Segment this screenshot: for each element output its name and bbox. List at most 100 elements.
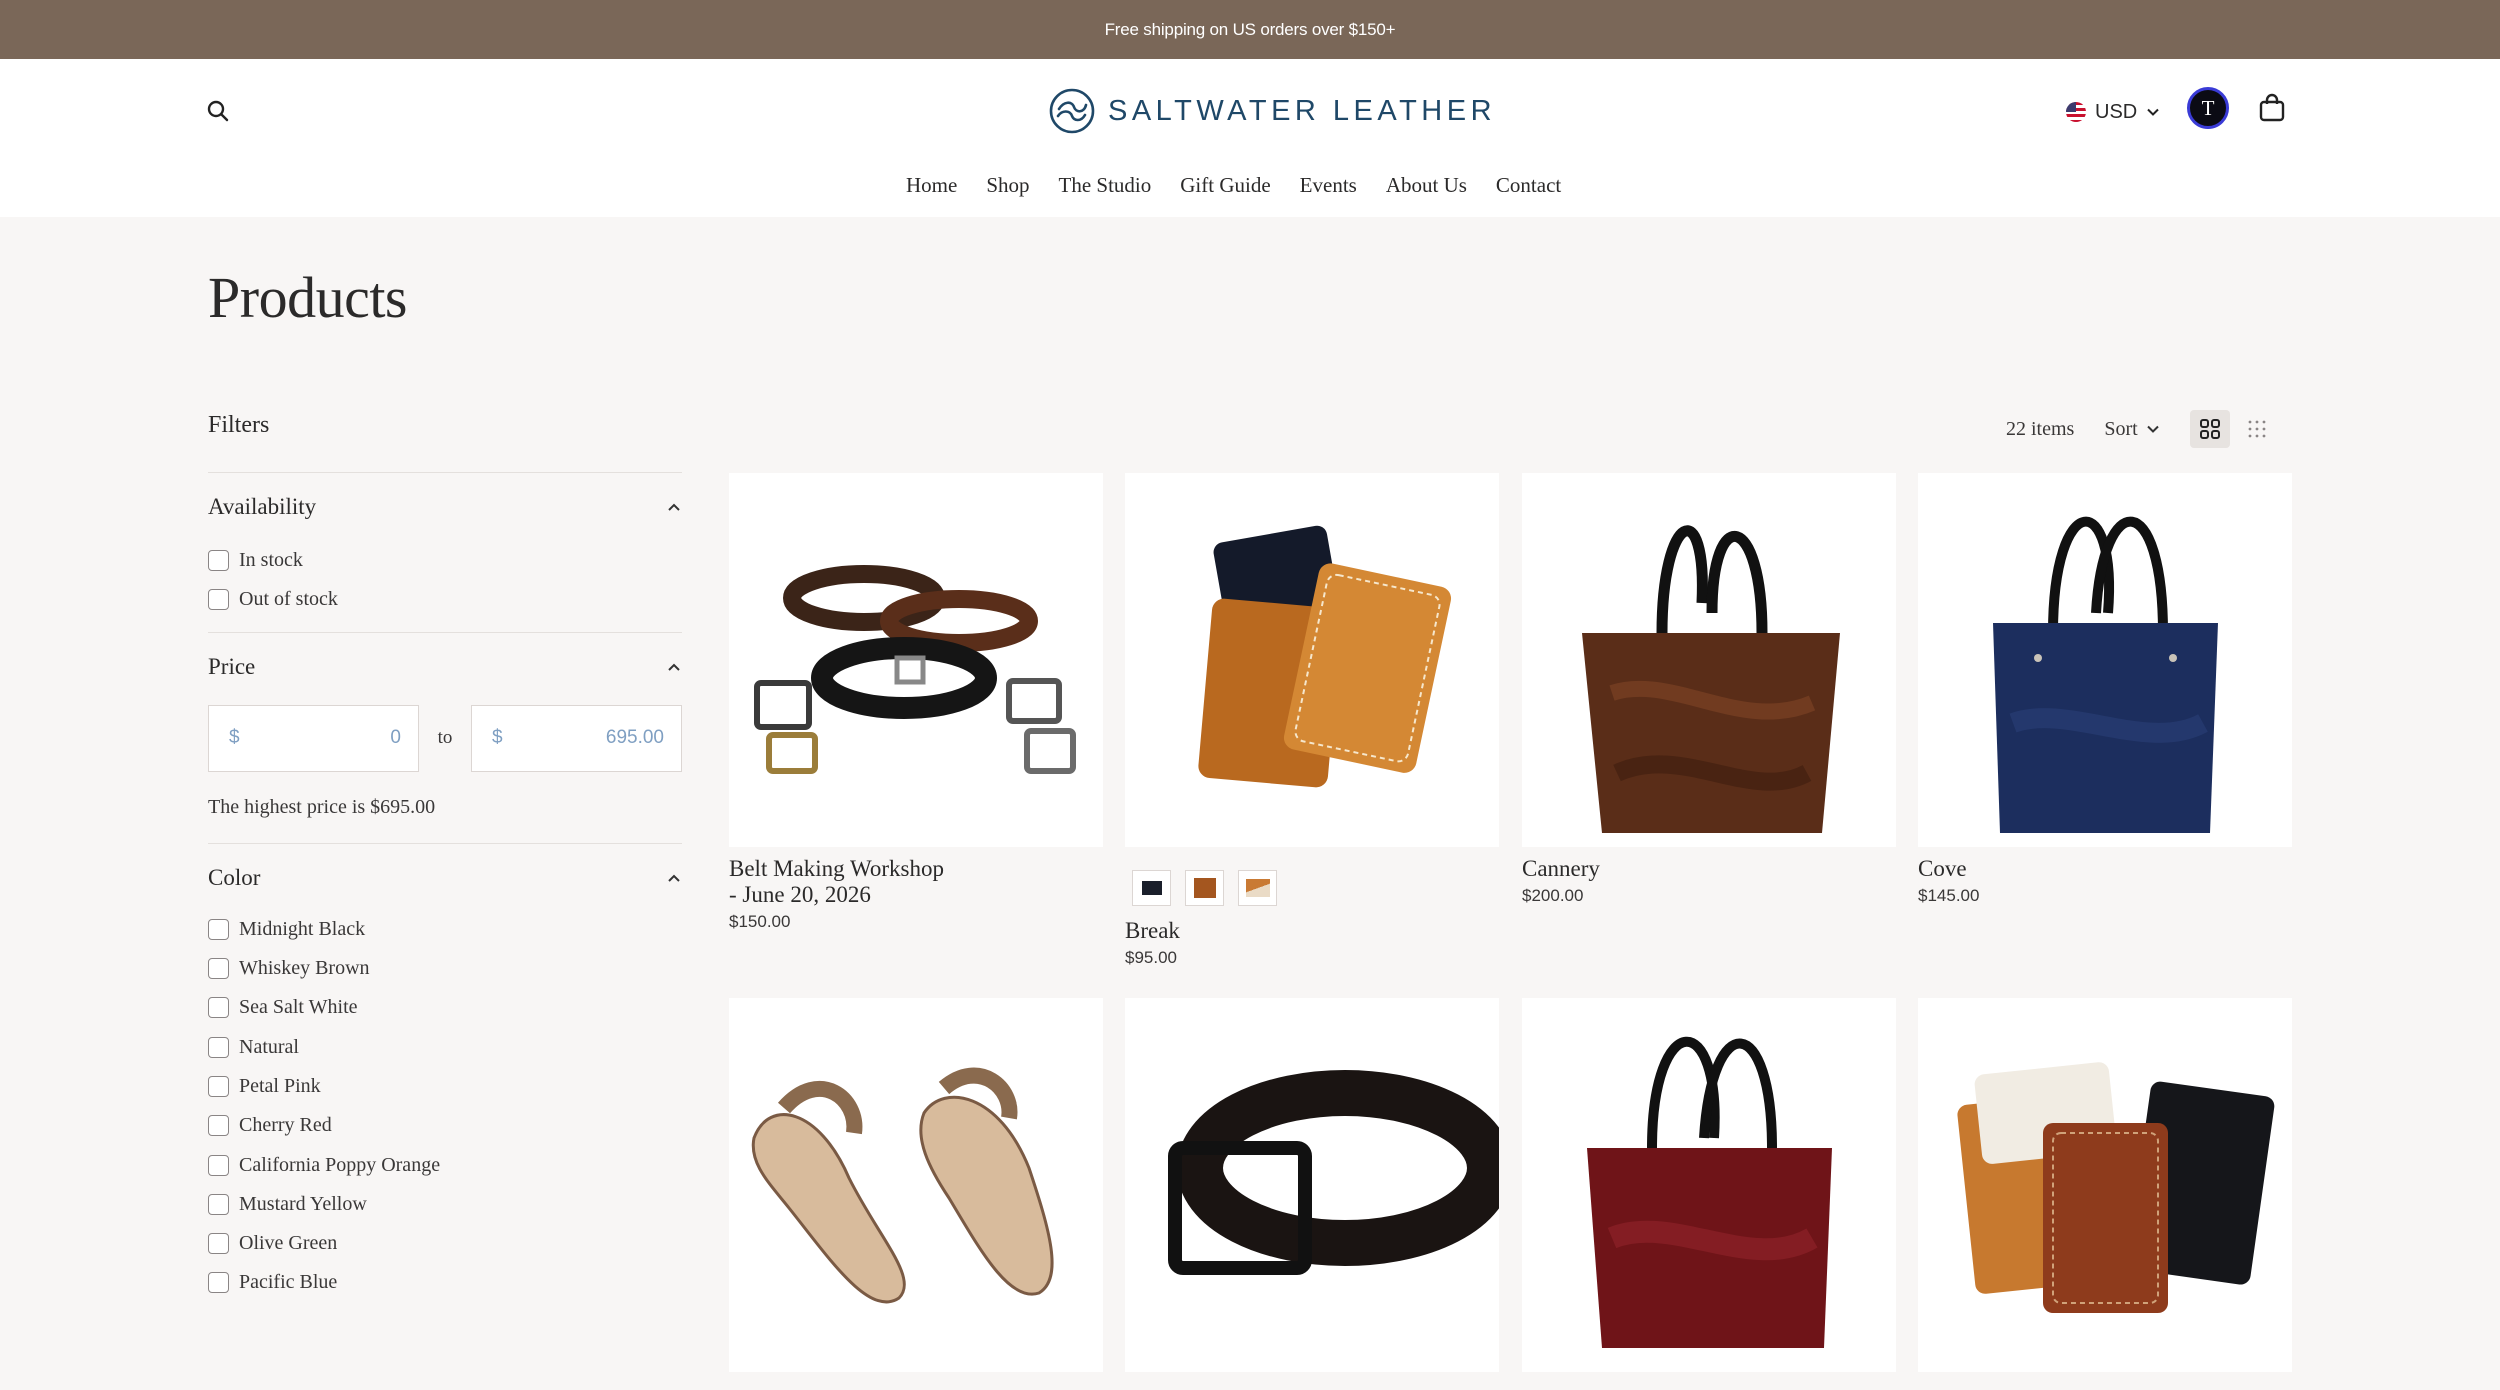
filter-option-natural[interactable]: Natural: [208, 1027, 682, 1066]
nav-events[interactable]: Events: [1300, 173, 1357, 198]
filter-option-sea-salt-white[interactable]: Sea Salt White: [208, 988, 682, 1027]
currency-selector[interactable]: USD: [2066, 95, 2160, 129]
sandals-photo: [751, 1067, 1054, 1304]
sort-dropdown[interactable]: Sort: [2104, 418, 2159, 441]
filter-option-out-of-stock[interactable]: Out of stock: [208, 580, 682, 619]
nav-contact[interactable]: Contact: [1496, 173, 1561, 198]
checkbox[interactable]: [208, 550, 229, 572]
product-price: $200.00: [1522, 886, 1584, 905]
product-image[interactable]: [1125, 473, 1499, 847]
product-name[interactable]: Cannery: [1522, 856, 1896, 882]
grid-2x2-icon: [2199, 419, 2220, 439]
nav-home[interactable]: Home: [906, 173, 957, 198]
checkbox[interactable]: [208, 1233, 229, 1255]
swatch-natural[interactable]: [1238, 870, 1277, 906]
shopping-bag-icon[interactable]: [2258, 93, 2286, 123]
product-card[interactable]: Cove $145.00: [1918, 473, 2292, 906]
search-icon[interactable]: [204, 97, 232, 125]
price-toggle[interactable]: Price: [208, 633, 682, 701]
nav-shop[interactable]: Shop: [986, 173, 1029, 198]
product-image[interactable]: [729, 473, 1103, 847]
product-image[interactable]: [1522, 473, 1896, 847]
price-min-input[interactable]: $ 0: [208, 704, 419, 772]
option-label: Natural: [239, 1035, 299, 1058]
price-filter: Price $ 0 to $ 695.00 The highest price …: [208, 631, 682, 819]
checkbox[interactable]: [208, 1036, 229, 1058]
filter-option-petal-pink[interactable]: Petal Pink: [208, 1067, 682, 1106]
nav-about-us[interactable]: About Us: [1386, 173, 1467, 198]
product-card[interactable]: Cannery $200.00: [1522, 473, 1896, 906]
nav-the-studio[interactable]: The Studio: [1059, 173, 1152, 198]
product-image[interactable]: [1125, 998, 1499, 1372]
currency-label: USD: [2095, 100, 2138, 123]
wallets-photo: [1198, 525, 1452, 788]
product-card[interactable]: [1522, 998, 1896, 1372]
availability-filter: Availability In stock Out of stock: [208, 472, 682, 632]
product-card[interactable]: [729, 998, 1103, 1372]
option-label: Cherry Red: [239, 1114, 332, 1137]
chevron-up-icon: [668, 503, 680, 511]
swatch-brown[interactable]: [1185, 870, 1224, 906]
brand-logo[interactable]: SALTWATER LEATHER: [1048, 83, 1496, 139]
price-to-label: to: [437, 727, 453, 749]
black-belt-photo: [1168, 1070, 1499, 1275]
account-avatar[interactable]: T: [2187, 87, 2229, 129]
option-label: Out of stock: [239, 588, 338, 611]
product-name[interactable]: Cove: [1918, 856, 2292, 882]
chevron-down-icon: [2147, 108, 2159, 116]
card-holders-photo: [1957, 1062, 2275, 1313]
product-image[interactable]: [1918, 473, 2292, 847]
filter-option-cherry-red[interactable]: Cherry Red: [208, 1106, 682, 1145]
chevron-down-icon: [2146, 425, 2159, 433]
product-image[interactable]: [729, 998, 1103, 1372]
price-max-value: 695.00: [605, 727, 664, 749]
product-name[interactable]: Belt Making Workshop - June 20, 2026: [729, 856, 1103, 908]
checkbox[interactable]: [208, 1075, 229, 1097]
checkbox[interactable]: [208, 958, 229, 980]
wave-logo-icon: [1049, 88, 1095, 134]
belts-photo: [754, 565, 1076, 774]
product-toolbar: 22 items Sort: [2006, 410, 2274, 448]
items-count: 22 items: [2006, 417, 2075, 440]
option-label: Whiskey Brown: [239, 957, 370, 980]
filter-option-california-poppy-orange[interactable]: California Poppy Orange: [208, 1145, 682, 1184]
checkbox[interactable]: [208, 1272, 229, 1294]
availability-toggle[interactable]: Availability: [208, 473, 682, 541]
price-max-input[interactable]: $ 695.00: [471, 704, 682, 772]
filter-option-olive-green[interactable]: Olive Green: [208, 1224, 682, 1263]
filter-option-mustard-yellow[interactable]: Mustard Yellow: [208, 1185, 682, 1224]
product-price: $95.00: [1125, 948, 1177, 967]
grid-dots-icon: [2248, 420, 2266, 438]
product-card[interactable]: [1125, 998, 1499, 1372]
nav-gift-guide[interactable]: Gift Guide: [1180, 173, 1270, 198]
color-label: Color: [208, 864, 261, 890]
currency-symbol: $: [492, 727, 503, 749]
product-card[interactable]: Belt Making Workshop - June 20, 2026 $15…: [729, 473, 1103, 932]
color-filter: Color Midnight Black Whiskey Brown Sea S…: [208, 842, 682, 1303]
product-image[interactable]: [1522, 998, 1896, 1372]
checkbox[interactable]: [208, 1154, 229, 1176]
filter-option-in-stock[interactable]: In stock: [208, 541, 682, 580]
chevron-up-icon: [668, 874, 680, 882]
color-toggle[interactable]: Color: [208, 844, 682, 912]
filter-option-pacific-blue[interactable]: Pacific Blue: [208, 1263, 682, 1302]
filter-option-midnight-black[interactable]: Midnight Black: [208, 910, 682, 949]
product-image[interactable]: [1918, 998, 2292, 1372]
sort-label: Sort: [2104, 417, 2138, 440]
dense-view-button[interactable]: [2240, 410, 2274, 448]
price-note: The highest price is $695.00: [208, 795, 436, 818]
product-card[interactable]: Break $95.00: [1125, 473, 1499, 968]
us-flag-icon: [2066, 102, 2086, 122]
site-header: SALTWATER LEATHER USD T Home Shop The St…: [0, 59, 2500, 217]
checkbox[interactable]: [208, 1115, 229, 1137]
option-label: Pacific Blue: [239, 1271, 338, 1294]
checkbox[interactable]: [208, 997, 229, 1019]
checkbox[interactable]: [208, 918, 229, 940]
checkbox[interactable]: [208, 1193, 229, 1215]
filter-option-whiskey-brown[interactable]: Whiskey Brown: [208, 949, 682, 988]
product-name[interactable]: Break: [1125, 918, 1499, 944]
product-card[interactable]: [1918, 998, 2292, 1372]
checkbox[interactable]: [208, 589, 229, 611]
swatch-black[interactable]: [1132, 870, 1171, 906]
grid-view-button[interactable]: [2189, 410, 2230, 448]
